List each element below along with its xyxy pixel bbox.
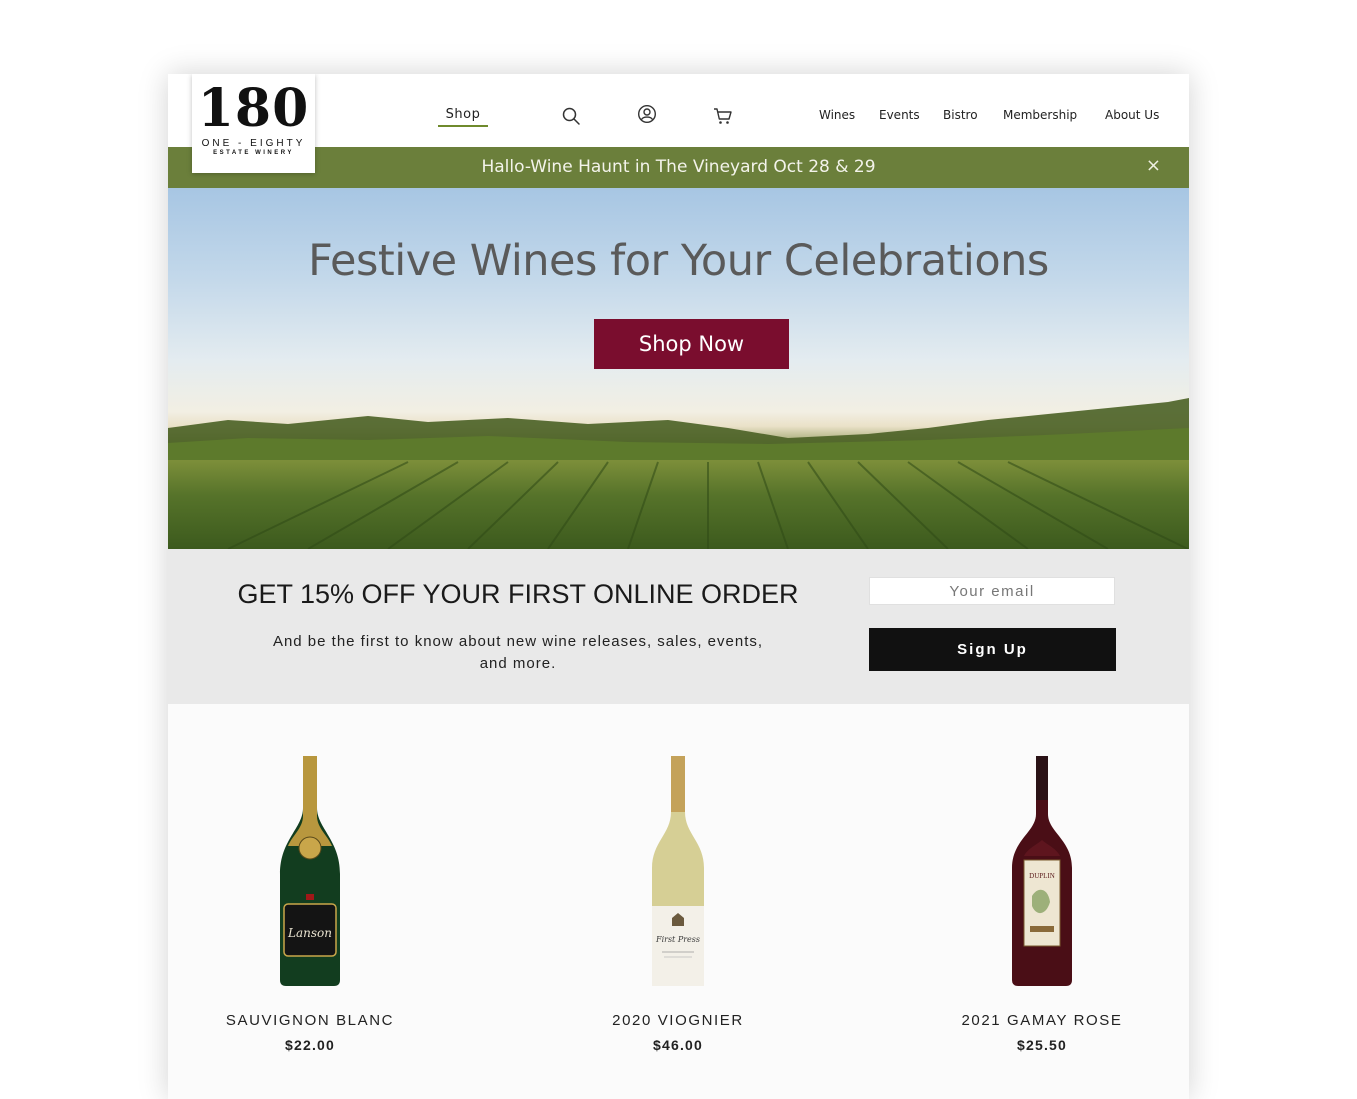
product-label-text: DUPLIN — [1029, 872, 1055, 880]
signup-title: GET 15% OFF YOUR FIRST ONLINE ORDER — [237, 579, 799, 609]
hero-banner: Festive Wines for Your Celebrations Shop… — [168, 188, 1189, 549]
hero-title: Festive Wines for Your Celebrations — [308, 236, 1049, 286]
brand-logo[interactable]: 180 ONE - EIGHTY ESTATE WINERY — [192, 74, 315, 173]
close-icon[interactable]: × — [1146, 155, 1161, 176]
product-card[interactable]: First Press 2020 VIOGNIER $46.00 — [558, 756, 798, 1053]
product-label-text: First Press — [655, 935, 700, 944]
announcement-bar: Hallo-Wine Haunt in The Vineyard Oct 28 … — [168, 147, 1189, 188]
shop-now-button[interactable]: Shop Now — [594, 319, 789, 369]
product-label-text: Lanson — [287, 926, 332, 940]
sign-up-button[interactable]: Sign Up — [869, 628, 1116, 671]
nav-events[interactable]: Events — [879, 108, 920, 122]
account-icon[interactable] — [637, 104, 657, 124]
logo-tagline: ESTATE WINERY — [213, 150, 294, 156]
nav-shop[interactable]: Shop — [438, 107, 488, 127]
product-name: 2020 VIOGNIER — [612, 1012, 744, 1029]
product-card[interactable]: Lanson SAUVIGNON BLANC $22.00 — [190, 756, 430, 1053]
signup-subtitle: And be the first to know about new wine … — [272, 633, 764, 672]
page-frame: 180 ONE - EIGHTY ESTATE WINERY Shop Wine… — [168, 74, 1189, 1099]
search-icon[interactable] — [561, 106, 581, 126]
announcement-text[interactable]: Hallo-Wine Haunt in The Vineyard Oct 28 … — [168, 157, 1189, 177]
logo-name: ONE - EIGHTY — [201, 138, 306, 149]
product-price: $46.00 — [652, 1037, 704, 1053]
email-field[interactable] — [869, 577, 1115, 605]
product-price: $22.00 — [284, 1037, 336, 1053]
newsletter-signup: GET 15% OFF YOUR FIRST ONLINE ORDER And … — [168, 549, 1189, 704]
product-grid: Lanson SAUVIGNON BLANC $22.00 First Pres… — [168, 704, 1189, 1099]
cart-icon[interactable] — [713, 106, 733, 126]
product-image: Lanson — [280, 756, 340, 986]
product-price: $25.50 — [1016, 1037, 1068, 1053]
nav-about-us[interactable]: About Us — [1105, 108, 1159, 122]
site-header: 180 ONE - EIGHTY ESTATE WINERY Shop Wine… — [168, 74, 1189, 173]
nav-wines[interactable]: Wines — [819, 108, 855, 122]
nav-bistro[interactable]: Bistro — [943, 108, 978, 122]
product-name: SAUVIGNON BLANC — [225, 1012, 395, 1029]
product-image: First Press — [652, 756, 704, 986]
product-image: DUPLIN — [1012, 756, 1072, 986]
product-name: 2021 GAMAY ROSE — [961, 1012, 1123, 1029]
logo-number: 180 — [197, 78, 310, 139]
product-card[interactable]: DUPLIN 2021 GAMAY ROSE $25.50 — [922, 756, 1162, 1053]
nav-membership[interactable]: Membership — [1003, 108, 1077, 122]
